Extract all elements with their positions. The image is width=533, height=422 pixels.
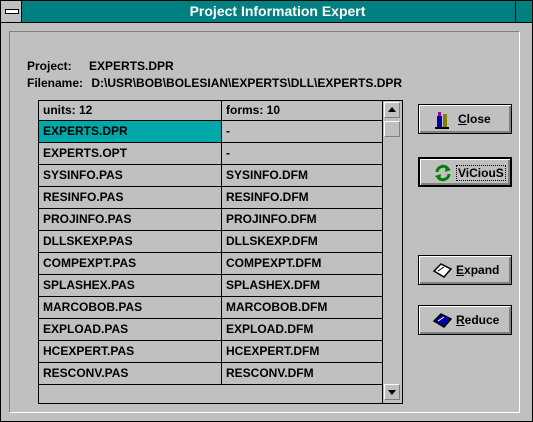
scroll-up-button[interactable] bbox=[384, 102, 400, 118]
up-arrow-icon bbox=[388, 107, 396, 112]
vicious-button[interactable]: ViCiouS bbox=[418, 157, 512, 187]
table-row[interactable]: EXPERTS.DPR - bbox=[39, 121, 382, 143]
system-menu-icon bbox=[5, 9, 19, 14]
diamond-outline-icon bbox=[432, 263, 452, 278]
unit-cell[interactable]: SPLASHEX.PAS bbox=[39, 275, 222, 296]
unit-name: SYSINFO.PAS bbox=[43, 168, 123, 182]
form-name[interactable]: MARCOBOB.DFM bbox=[226, 300, 327, 314]
table-row[interactable]: MARCOBOB.PAS MARCOBOB.DFM bbox=[39, 297, 382, 319]
unit-name: COMPEXPT.PAS bbox=[43, 256, 137, 270]
reduce-label: Reduce bbox=[456, 313, 500, 327]
table-row[interactable]: RESINFO.PAS RESINFO.DFM bbox=[39, 187, 382, 209]
close-label: Close bbox=[458, 112, 491, 126]
project-info-window: Project Information Expert Project: EXPE… bbox=[0, 0, 533, 422]
system-menu-button[interactable] bbox=[1, 1, 22, 22]
close-button[interactable]: Close bbox=[418, 104, 512, 134]
unit-name: DLLSKEXP.PAS bbox=[43, 234, 133, 248]
title-divider bbox=[515, 1, 516, 22]
unit-cell[interactable]: PROJINFO.PAS bbox=[39, 209, 222, 230]
unit-cell[interactable]: RESINFO.PAS bbox=[39, 187, 222, 208]
unit-name: RESCONV.PAS bbox=[43, 366, 129, 380]
header-units-label: units: 12 bbox=[43, 103, 93, 117]
project-line: Project: EXPERTS.DPR bbox=[27, 59, 174, 73]
form-name[interactable]: PROJINFO.DFM bbox=[226, 212, 317, 226]
vicious-label: ViCiouS bbox=[456, 165, 506, 181]
table-row[interactable]: HCEXPERT.PAS HCEXPERT.DFM bbox=[39, 341, 382, 363]
form-name[interactable]: EXPLOAD.DFM bbox=[226, 322, 313, 336]
table-row[interactable]: COMPEXPT.PAS COMPEXPT.DFM bbox=[39, 253, 382, 275]
unit-cell[interactable]: RESCONV.PAS bbox=[39, 363, 222, 384]
form-name[interactable]: RESINFO.DFM bbox=[226, 190, 309, 204]
table-row[interactable]: DLLSKEXP.PAS DLLSKEXP.DFM bbox=[39, 231, 382, 253]
unit-name: EXPLOAD.PAS bbox=[43, 322, 129, 336]
form-name[interactable]: SPLASHEX.DFM bbox=[226, 278, 320, 292]
window-title: Project Information Expert bbox=[189, 3, 366, 19]
unit-cell[interactable]: MARCOBOB.PAS bbox=[39, 297, 222, 318]
vertical-scrollbar[interactable] bbox=[382, 101, 402, 403]
scroll-thumb[interactable] bbox=[384, 121, 400, 137]
unit-name: PROJINFO.PAS bbox=[43, 212, 132, 226]
form-name[interactable]: DLLSKEXP.DFM bbox=[226, 234, 318, 248]
table-row[interactable]: EXPLOAD.PAS EXPLOAD.DFM bbox=[39, 319, 382, 341]
project-value: EXPERTS.DPR bbox=[89, 59, 174, 73]
table-row[interactable]: SPLASHEX.PAS SPLASHEX.DFM bbox=[39, 275, 382, 297]
unit-cell[interactable]: DLLSKEXP.PAS bbox=[39, 231, 222, 252]
filename-value: D:\USR\BOB\BOLESIAN\EXPERTS\DLL\EXPERTS.… bbox=[91, 76, 403, 90]
expand-button[interactable]: Expand bbox=[418, 255, 512, 285]
table-row[interactable]: RESCONV.PAS RESCONV.DFM bbox=[39, 363, 382, 385]
expand-label: Expand bbox=[456, 263, 500, 277]
form-name[interactable]: SYSINFO.DFM bbox=[226, 168, 308, 182]
grid-header: units: 12 forms: 10 bbox=[39, 101, 382, 121]
unit-cell[interactable]: EXPERTS.DPR bbox=[39, 121, 222, 142]
header-forms-label[interactable]: forms: 10 bbox=[226, 103, 280, 117]
table-row[interactable]: PROJINFO.PAS PROJINFO.DFM bbox=[39, 209, 382, 231]
unit-name: SPLASHEX.PAS bbox=[43, 278, 135, 292]
unit-cell[interactable]: SYSINFO.PAS bbox=[39, 165, 222, 186]
diamond-filled-icon bbox=[432, 313, 452, 328]
units-forms-grid[interactable]: units: 12 forms: 10 EXPERTS.DPR - EXPERTS.… bbox=[38, 100, 403, 404]
unit-name: MARCOBOB.PAS bbox=[43, 300, 143, 314]
form-name[interactable]: HCEXPERT.DFM bbox=[226, 344, 319, 358]
unit-name: RESINFO.PAS bbox=[43, 190, 124, 204]
unit-name: HCEXPERT.PAS bbox=[43, 344, 135, 358]
form-name[interactable]: - bbox=[226, 124, 230, 138]
filename-line: Filename: D:\USR\BOB\BOLESIAN\EXPERTS\DL… bbox=[27, 76, 402, 90]
door-exit-icon bbox=[435, 112, 449, 129]
unit-cell[interactable]: HCEXPERT.PAS bbox=[39, 341, 222, 362]
reduce-button[interactable]: Reduce bbox=[418, 305, 512, 335]
project-label: Project: bbox=[27, 59, 72, 73]
table-row[interactable]: SYSINFO.PAS SYSINFO.DFM bbox=[39, 165, 382, 187]
form-name[interactable]: COMPEXPT.DFM bbox=[226, 256, 321, 270]
unit-cell[interactable]: EXPLOAD.PAS bbox=[39, 319, 222, 340]
refresh-arrows-icon bbox=[435, 164, 451, 182]
table-row[interactable]: EXPERTS.OPT - bbox=[39, 143, 382, 165]
filename-label: Filename: bbox=[27, 76, 84, 90]
unit-cell[interactable]: COMPEXPT.PAS bbox=[39, 253, 222, 274]
title-bar[interactable]: Project Information Expert bbox=[1, 1, 532, 23]
unit-cell[interactable]: EXPERTS.OPT bbox=[39, 143, 222, 164]
unit-name: EXPERTS.OPT bbox=[43, 146, 128, 160]
down-arrow-icon bbox=[388, 390, 396, 395]
form-name[interactable]: RESCONV.DFM bbox=[226, 366, 314, 380]
unit-name: EXPERTS.DPR bbox=[43, 124, 128, 138]
header-cell-units[interactable]: units: 12 bbox=[39, 101, 222, 120]
form-name[interactable]: - bbox=[226, 146, 230, 160]
scroll-down-button[interactable] bbox=[384, 384, 400, 400]
